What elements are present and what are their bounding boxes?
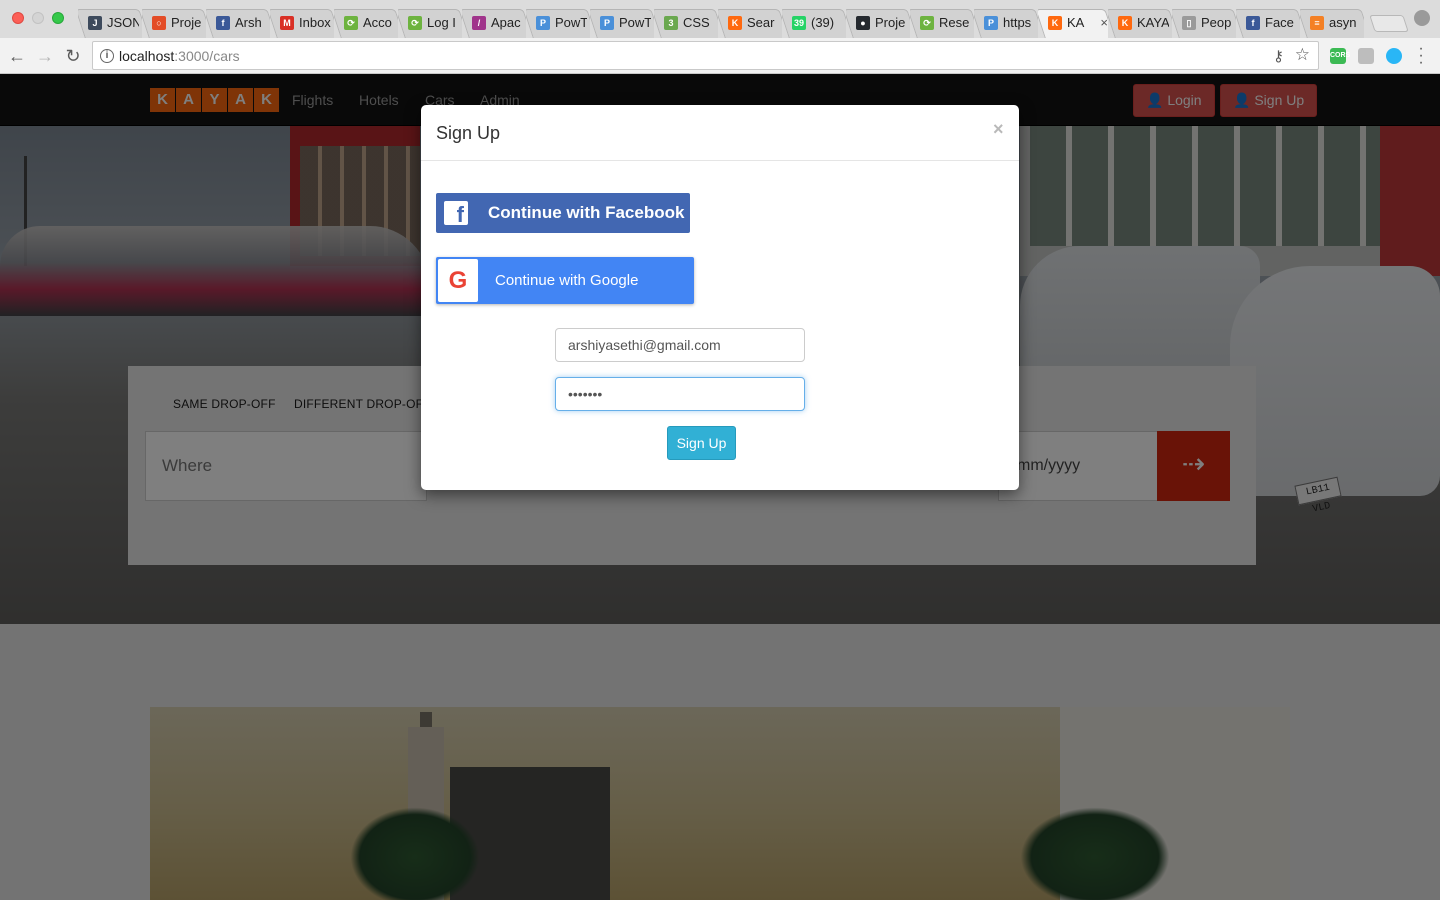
close-icon[interactable]: ×	[993, 119, 1004, 140]
browser-tabs: J JSON ○ Proje f Arsh M Inbox ⟳ Acco ⟳ Log I / Apac P P…	[78, 7, 1364, 38]
github-icon: ●	[856, 15, 870, 30]
tab-title: Acco	[363, 15, 392, 30]
continue-with-facebook-button[interactable]: f Continue with Facebook	[436, 193, 690, 233]
refresh-green-icon: ⟳	[408, 15, 422, 30]
browser-tab[interactable]: P PowT	[526, 7, 590, 38]
browser-tab[interactable]: ⟳ Rese	[910, 7, 974, 38]
facebook-icon: f	[1246, 15, 1260, 30]
browser-tab[interactable]: M Inbox	[270, 7, 334, 38]
tab-title: Log I	[427, 15, 456, 30]
browser-tab[interactable]: K Sear	[718, 7, 782, 38]
browser-tab[interactable]: ○ Proje	[142, 7, 206, 38]
forward-arrow-icon[interactable]: →	[34, 45, 56, 67]
refresh-green-icon: ⟳	[344, 15, 358, 30]
close-tab-icon[interactable]: ×	[1100, 15, 1108, 30]
facebook-icon: f	[444, 201, 468, 225]
stackoverflow-icon: ≡	[1310, 15, 1324, 30]
browser-tab[interactable]: ⟳ Log I	[398, 7, 462, 38]
tab-title: PowT	[555, 15, 587, 30]
browser-tab[interactable]: P PowT	[590, 7, 654, 38]
browser-tab[interactable]: f Arsh	[206, 7, 270, 38]
kayak-icon: K	[728, 15, 742, 30]
browser-tab[interactable]: Phttps	[974, 7, 1038, 38]
browser-menu-icon[interactable]: · · ·	[1416, 41, 1426, 71]
browser-tab[interactable]: ≡ asyn	[1300, 7, 1364, 38]
maximize-window-button[interactable]	[52, 12, 64, 24]
continue-with-google-button[interactable]: G Continue with Google	[436, 257, 694, 304]
email-field[interactable]: arshiyasethi@gmail.com	[555, 328, 805, 362]
address-bar[interactable]: i localhost:3000/cars ⚷ ☆	[92, 41, 1319, 70]
signup-submit-button[interactable]: Sign Up	[667, 426, 736, 460]
powtoon-icon: P	[984, 15, 998, 30]
tab-title: JSON	[107, 15, 139, 30]
reload-icon[interactable]: ↻	[62, 45, 84, 67]
feather-icon: /	[472, 15, 486, 30]
cors-extension-icon[interactable]: CORS	[1330, 48, 1350, 64]
password-field[interactable]: •••••••	[555, 377, 805, 411]
modal-header: Sign Up ×	[421, 105, 1019, 161]
facebook-button-label: Continue with Facebook	[488, 203, 685, 222]
tab-title: KAYA	[1137, 15, 1169, 30]
css-icon: 3	[664, 15, 678, 30]
tab-title: Proje	[875, 15, 906, 30]
profile-icon[interactable]	[1414, 10, 1430, 26]
browser-tab[interactable]: ▯ Peop	[1172, 7, 1236, 38]
lifebuoy-icon: ○	[152, 15, 166, 30]
tab-title: Inbox	[299, 15, 331, 30]
browser-tab[interactable]: J JSON	[78, 7, 142, 38]
tab-title: https	[1003, 15, 1032, 30]
browser-tab[interactable]: 3 CSS	[654, 7, 718, 38]
document-icon: ▯	[1182, 15, 1196, 30]
signup-modal: Sign Up × f Continue with Facebook G Con…	[421, 105, 1019, 490]
powtoon-icon: P	[536, 15, 550, 30]
new-tab-button[interactable]	[1369, 15, 1409, 32]
browser-toolbar: ← → ↻ i localhost:3000/cars ⚷ ☆ CORS · · ·	[0, 38, 1440, 74]
google-icon: G	[438, 259, 478, 302]
bookmark-star-icon[interactable]: ☆	[1295, 45, 1310, 65]
minimize-window-button[interactable]	[32, 12, 44, 24]
close-window-button[interactable]	[12, 12, 24, 24]
modal-title: Sign Up	[436, 123, 501, 143]
tab-title: Sear	[747, 15, 775, 30]
back-arrow-icon[interactable]: ←	[6, 45, 28, 67]
extension-blue-icon[interactable]	[1386, 48, 1402, 64]
tab-title: Apac	[491, 15, 521, 30]
browser-tab[interactable]: ⟳ Acco	[334, 7, 398, 38]
tab-title: Arsh	[235, 15, 262, 30]
powtoon-icon: P	[600, 15, 614, 30]
browser-tab[interactable]: f Face	[1236, 7, 1300, 38]
kayak-icon: K	[1118, 15, 1132, 30]
refresh-green-icon: ⟳	[920, 15, 934, 30]
tab-title: (39)	[811, 15, 835, 30]
browser-tab[interactable]: 39 (39)	[782, 7, 846, 38]
tab-title: Face	[1265, 15, 1294, 30]
google-button-label: Continue with Google	[495, 272, 639, 289]
browser-tab[interactable]: K KAYA	[1108, 7, 1172, 38]
browser-tab[interactable]: / Apac	[462, 7, 526, 38]
kayak-icon: K	[1048, 15, 1062, 30]
tab-title: PowT	[619, 15, 651, 30]
browser-tab[interactable]: K KA ×	[1038, 7, 1108, 38]
tab-title: Peop	[1201, 15, 1232, 30]
key-icon[interactable]: ⚷	[1273, 47, 1284, 65]
browser-tab[interactable]: ● Proje	[846, 7, 910, 38]
gmail-icon: M	[280, 15, 294, 30]
tab-title: Proje	[171, 15, 202, 30]
tab-title: Rese	[939, 15, 970, 30]
url-text: localhost:3000/cars	[119, 48, 240, 64]
browser-tabstrip: J JSON ○ Proje f Arsh M Inbox ⟳ Acco ⟳ Log I / Apac P P…	[0, 0, 1440, 38]
tab-title: asyn	[1329, 15, 1357, 30]
whatsapp-icon: 39	[792, 15, 806, 30]
facebook-icon: f	[216, 15, 230, 30]
tab-title: KA	[1067, 15, 1085, 30]
json-icon: J	[88, 15, 102, 30]
site-info-icon[interactable]: i	[100, 49, 114, 63]
extension-icon[interactable]	[1358, 48, 1374, 64]
tab-title: CSS	[683, 15, 710, 30]
